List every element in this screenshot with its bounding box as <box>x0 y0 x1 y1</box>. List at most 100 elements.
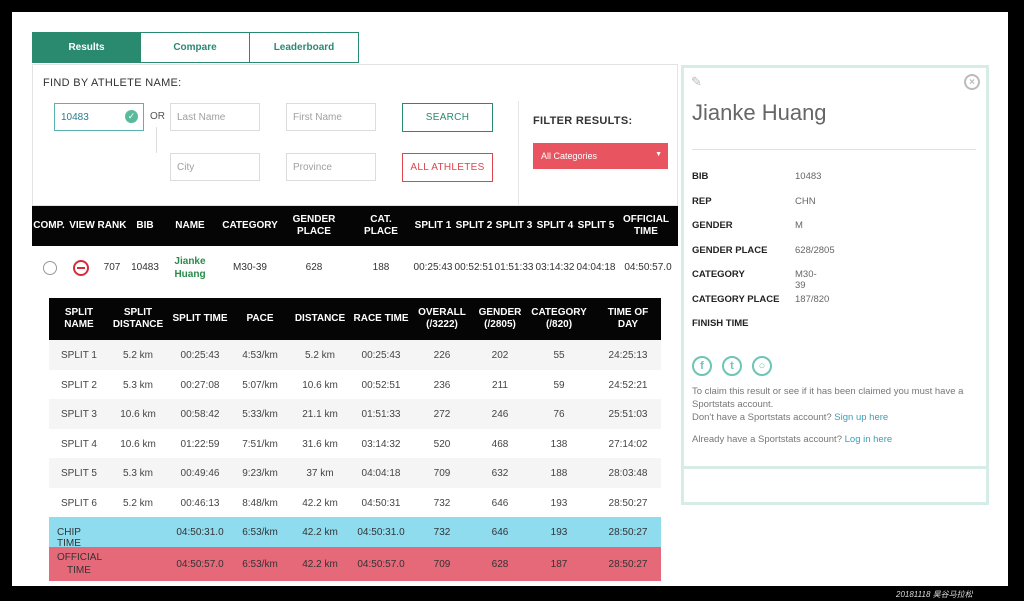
or-label: OR <box>150 111 165 122</box>
split-cell-distance: 10.6 km <box>120 438 156 450</box>
category-filter-select[interactable]: All Categories ▼ <box>533 143 668 169</box>
split-cell-name: SPLIT 5 <box>61 468 97 479</box>
search-button[interactable]: SEARCH <box>402 103 493 132</box>
profile-field-label: CATEGORY <box>692 269 745 280</box>
chip-row: CHIP TIME 04:50:31.0 6:53/km 42.2 km 04:50:3… <box>49 517 661 549</box>
split-cell-tod: 28:03:48 <box>608 468 648 479</box>
split-cell-category: 76 <box>553 409 565 420</box>
split-rows: SPLIT 1 5.2 km 00:25:43 4:53/km 5.2 km 00:25:… <box>49 340 661 581</box>
split-cell-tod: 28:50:27 <box>608 558 648 570</box>
athlete-profile-panel: ✎ × Jianke Huang BIB 10483 REP CHN GENDER M GE… <box>681 65 989 505</box>
split-table-header: SPLIT NAME SPLIT DISTANCE SPLIT TIME PAC… <box>49 298 661 340</box>
split-cell-distance: 10.6 km <box>120 409 156 420</box>
split-cell-pace: 5:33/km <box>242 409 278 420</box>
claim-text: To claim this result or see if it has be… <box>692 386 964 410</box>
split-cell-category: 193 <box>550 527 568 538</box>
results-table-header: COMP. VIEW RANK BIB NAME CATEGORY GENDER… <box>32 206 678 246</box>
split-cell-time: 00:58:42 <box>180 409 220 420</box>
profile-field-value: 187/820 <box>795 293 830 305</box>
split-details-table: SPLIT NAME SPLIT DISTANCE SPLIT TIME PAC… <box>49 298 661 581</box>
caret-down-icon: ▼ <box>655 151 662 158</box>
row-bib: 10483 <box>131 262 159 273</box>
split-cell-category: 55 <box>553 350 565 361</box>
split-header-tod: TIME OF DAY <box>607 307 649 330</box>
split-cell-gender: 632 <box>491 468 509 479</box>
split-cell-tod: 24:25:13 <box>608 350 648 361</box>
search-icon[interactable]: ○ <box>752 356 772 376</box>
row-split1: 00:25:43 <box>413 262 453 273</box>
split-cell-overall: 709 <box>433 558 451 570</box>
split-cell-overall: 236 <box>433 379 451 391</box>
signup-link[interactable]: Sign up here <box>834 412 888 423</box>
header-split4: SPLIT 4 <box>536 220 574 231</box>
tab-compare[interactable]: Compare <box>141 32 250 63</box>
row-category: M30-39 <box>233 262 267 273</box>
tab-results[interactable]: Results <box>32 32 141 63</box>
bib-input[interactable]: 10483 ✓ <box>54 103 144 131</box>
split-cell-cum-distance: 10.6 km <box>302 379 338 391</box>
province-field[interactable]: Province <box>286 153 376 181</box>
city-field[interactable]: City <box>170 153 260 181</box>
split-cell-pace: 8:48/km <box>242 497 278 509</box>
split-cell-cum-distance: 42.2 km <box>302 527 338 538</box>
profile-field-label: BIB <box>692 171 709 182</box>
close-icon[interactable]: × <box>964 74 980 90</box>
split-cell-distance: 5.2 km <box>122 497 153 509</box>
split-cell-category: 193 <box>550 497 568 509</box>
split-cell-tod: 28:50:27 <box>608 527 648 538</box>
split-cell-category: 187 <box>550 558 568 570</box>
split-cell-race-time: 03:14:32 <box>361 438 401 450</box>
twitter-icon[interactable]: t <box>722 356 742 376</box>
row-split5: 04:04:18 <box>576 262 616 273</box>
split-cell-name: OFFICIAL TIME <box>57 551 103 576</box>
split-cell-pace: 6:53/km <box>242 558 278 570</box>
or-divider <box>156 127 157 153</box>
split-cell-time: 04:50:57.0 <box>176 558 224 570</box>
split-cell-gender: 202 <box>491 350 509 361</box>
category-filter-value: All Categories <box>541 151 598 161</box>
split-cell-pace: 4:53/km <box>242 350 278 361</box>
last-name-field[interactable]: Last Name <box>170 103 260 131</box>
header-cat-place: CAT. PLACE <box>364 214 398 237</box>
claim-info: To claim this result or see if it has be… <box>692 385 982 446</box>
split-cell-race-time: 04:04:18 <box>361 468 401 479</box>
name-divider <box>692 149 976 150</box>
header-category: CATEGORY <box>222 220 278 231</box>
profile-field-value: 10483 <box>795 171 822 182</box>
split-header-cum-distance: DISTANCE <box>294 313 346 324</box>
login-link[interactable]: Log in here <box>845 434 893 445</box>
split-cell-time: 01:22:59 <box>180 438 220 450</box>
result-row[interactable]: 707 10483 Jianke Huang M30-39 628 188 00… <box>32 246 678 290</box>
split-cell-time: 00:49:46 <box>180 468 220 479</box>
split-cell-overall: 732 <box>433 527 451 538</box>
login-line: Already have a Sportstats account? Log i… <box>692 433 982 446</box>
split-cell-gender: 246 <box>491 409 509 420</box>
edit-icon[interactable]: ✎ <box>691 74 707 89</box>
split-cell-category: 188 <box>550 468 568 479</box>
tab-leaderboard[interactable]: Leaderboard <box>250 32 359 63</box>
athlete-name-link[interactable]: Jianke Huang <box>168 255 212 281</box>
first-name-field[interactable]: First Name <box>286 103 376 131</box>
collapse-minus-icon[interactable] <box>73 260 89 276</box>
row-split2: 00:52:51 <box>454 262 494 273</box>
split-cell-race-time: 04:50:31.0 <box>357 527 405 538</box>
split-row: SPLIT 3 10.6 km 00:58:42 5:33/km 21.1 km 01:5… <box>49 399 661 429</box>
row-rank: 707 <box>103 262 121 273</box>
split-cell-cum-distance: 37 km <box>306 468 334 479</box>
split-cell-cum-distance: 42.2 km <box>302 497 338 509</box>
profile-field-value: CHN <box>795 195 816 207</box>
all-athletes-button[interactable]: ALL ATHLETES <box>402 153 493 182</box>
split-header-distance: SPLIT DISTANCE <box>112 307 164 330</box>
split-row: SPLIT 5 5.3 km 00:49:46 9:23/km 37 km 04:04:1… <box>49 458 661 488</box>
athlete-name-heading: Jianke Huang <box>692 100 827 125</box>
facebook-icon[interactable]: f <box>692 356 712 376</box>
row-split4: 03:14:32 <box>535 262 575 273</box>
split-cell-time: 00:27:08 <box>180 379 220 391</box>
split-header-name: SPLIT NAME <box>64 307 94 330</box>
split-cell-pace: 5:07/km <box>242 379 278 391</box>
split-cell-name: SPLIT 1 <box>61 350 97 361</box>
split-cell-cum-distance: 21.1 km <box>302 409 338 420</box>
split-cell-tod: 25:51:03 <box>608 409 648 420</box>
split-cell-overall: 732 <box>433 497 451 509</box>
compare-radio[interactable] <box>43 261 57 275</box>
